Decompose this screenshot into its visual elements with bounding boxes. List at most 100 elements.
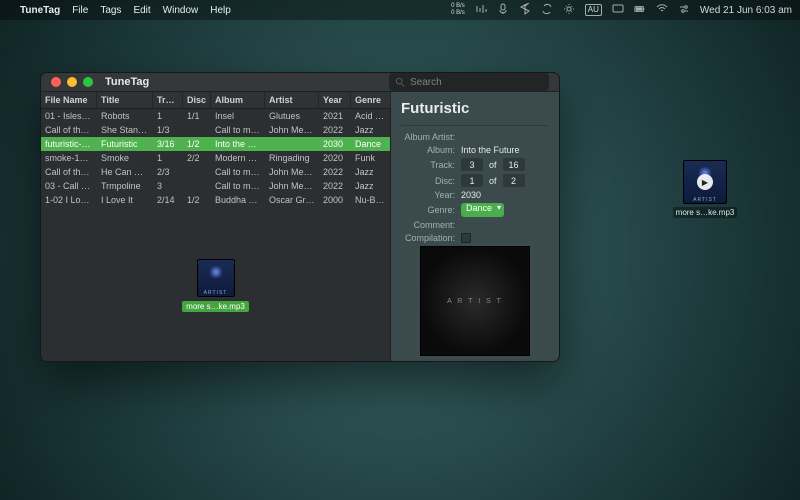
wifi-icon[interactable] <box>656 3 668 18</box>
minimize-button[interactable] <box>67 77 77 87</box>
search-placeholder: Search <box>410 77 442 88</box>
disc-number-field[interactable] <box>461 174 483 187</box>
cell-genre: Nu-Br… <box>351 193 391 207</box>
cell-title: Futuristic <box>97 137 153 151</box>
display-icon[interactable] <box>612 3 624 18</box>
album-art[interactable]: A R T I S T <box>420 246 530 356</box>
menubar-app-name[interactable]: TuneTag <box>20 5 60 16</box>
search-input[interactable]: Search <box>389 73 549 91</box>
menubar: TuneTag File Tags Edit Window Help 0 B/s… <box>0 0 800 20</box>
cell-track: 1 <box>153 151 183 165</box>
col-track[interactable]: Track <box>153 92 183 108</box>
desktop-file-label: more s…ke.mp3 <box>673 207 738 218</box>
table-row[interactable]: 03 - Call …Trmpoline3Call to ma…John Met… <box>41 179 390 193</box>
menubar-clock[interactable]: Wed 21 Jun 6:03 am <box>700 5 792 16</box>
zoom-button[interactable] <box>83 77 93 87</box>
cell-file: 01 - Isles… <box>41 109 97 123</box>
table-row[interactable]: 01 - Isles…Robots11/1InselGlutues2021Aci… <box>41 109 390 123</box>
close-button[interactable] <box>51 77 61 87</box>
col-disc[interactable]: Disc <box>183 92 211 108</box>
table-row[interactable]: smoke-14…Smoke12/2Modern Fi…Ringading202… <box>41 151 390 165</box>
gear-icon[interactable] <box>563 3 575 18</box>
col-filename[interactable]: File Name <box>41 92 97 108</box>
label-track-of: of <box>489 160 497 170</box>
track-number-field[interactable] <box>461 158 483 171</box>
compilation-checkbox[interactable] <box>461 233 471 243</box>
cell-artist: Ringading <box>265 151 319 165</box>
play-overlay-icon[interactable]: ▶ <box>697 174 713 190</box>
col-title[interactable]: Title <box>97 92 153 108</box>
equalizer-icon[interactable] <box>475 3 487 18</box>
divider <box>401 125 549 126</box>
cell-disc <box>183 179 211 193</box>
cell-genre: Funk <box>351 151 391 165</box>
cell-album: Modern Fi… <box>211 151 265 165</box>
cell-year: 2000 <box>319 193 351 207</box>
dropzone[interactable]: ARTIST more s…ke.mp3 <box>41 207 390 362</box>
battery-icon[interactable] <box>634 3 646 18</box>
cell-album: Buddha J… <box>211 193 265 207</box>
cell-artist: Oscar Gre… <box>265 193 319 207</box>
value-year[interactable]: 2030 <box>461 190 481 200</box>
menu-edit[interactable]: Edit <box>133 5 150 16</box>
sync-icon[interactable] <box>541 3 553 18</box>
table-header: File Name Title Track Disc Album Artist … <box>41 92 390 109</box>
label-album-artist: Album Artist: <box>401 132 455 142</box>
label-album: Album: <box>401 145 455 155</box>
metadata-panel: Futuristic Album Artist: Album: Into the … <box>391 92 559 362</box>
control-center-icon[interactable] <box>678 3 690 18</box>
menu-tags[interactable]: Tags <box>100 5 121 16</box>
table-row[interactable]: Call of the…He Can W…2/3Call to ma…John … <box>41 165 390 179</box>
dropzone-thumbnail: ARTIST <box>197 259 235 297</box>
label-genre: Genre: <box>401 205 455 215</box>
cell-track: 1 <box>153 109 183 123</box>
table-row[interactable]: Call of the…She Stand…1/3Call to ma…John… <box>41 123 390 137</box>
table-row[interactable]: 1-02 I Lov…I Love It2/141/2Buddha J…Osca… <box>41 193 390 207</box>
col-year[interactable]: Year <box>319 92 351 108</box>
label-compilation: Compilation: <box>401 233 455 243</box>
col-genre[interactable]: Genre <box>351 92 391 108</box>
cell-disc <box>183 165 211 179</box>
titlebar[interactable]: TuneTag Search <box>41 73 559 92</box>
cell-genre: Jazz <box>351 123 391 137</box>
cell-track: 3 <box>153 179 183 193</box>
cell-artist: John Met… <box>265 123 319 137</box>
cell-artist <box>265 137 319 151</box>
cell-album: Into the F… <box>211 137 265 151</box>
input-source-indicator[interactable]: AU <box>585 4 602 16</box>
mic-icon[interactable] <box>497 3 509 18</box>
track-total-field[interactable] <box>503 158 525 171</box>
cell-album: Call to ma… <box>211 179 265 193</box>
cell-genre: Jazz <box>351 179 391 193</box>
track-table: File Name Title Track Disc Album Artist … <box>41 92 391 362</box>
cell-title: Robots <box>97 109 153 123</box>
menu-help[interactable]: Help <box>210 5 231 16</box>
cell-file: smoke-14… <box>41 151 97 165</box>
value-album[interactable]: Into the Future <box>461 145 520 155</box>
genre-select[interactable]: Dance <box>461 203 504 217</box>
menu-window[interactable]: Window <box>163 5 199 16</box>
cell-year: 2022 <box>319 179 351 193</box>
cell-disc: 1/1 <box>183 109 211 123</box>
cell-title: He Can W… <box>97 165 153 179</box>
cell-title: I Love It <box>97 193 153 207</box>
cell-track: 3/16 <box>153 137 183 151</box>
disc-total-field[interactable] <box>503 174 525 187</box>
cell-year: 2021 <box>319 109 351 123</box>
meta-title: Futuristic <box>401 100 549 117</box>
label-comment: Comment: <box>401 220 455 230</box>
col-artist[interactable]: Artist <box>265 92 319 108</box>
cell-artist: Glutues <box>265 109 319 123</box>
cell-artist: John Met… <box>265 179 319 193</box>
cell-title: Smoke <box>97 151 153 165</box>
cell-year: 2022 <box>319 165 351 179</box>
desktop-file[interactable]: ARTIST ▶ more s…ke.mp3 <box>680 160 730 218</box>
menu-file[interactable]: File <box>72 5 88 16</box>
window-title: TuneTag <box>105 76 149 88</box>
col-album[interactable]: Album <box>211 92 265 108</box>
bluetooth-icon[interactable] <box>519 3 531 18</box>
table-row[interactable]: futuristic-…Futuristic3/161/2Into the F…… <box>41 137 390 151</box>
label-year: Year: <box>401 190 455 200</box>
traffic-lights <box>51 77 93 87</box>
cell-file: Call of the… <box>41 165 97 179</box>
